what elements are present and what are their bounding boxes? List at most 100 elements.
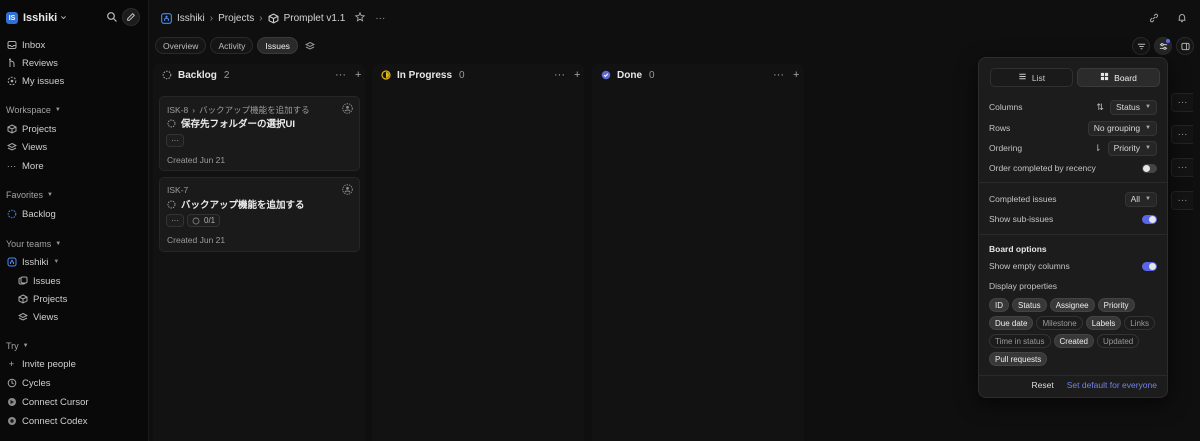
property-pill-due-date[interactable]: Due date	[989, 316, 1034, 330]
more-icon[interactable]: ···	[1171, 93, 1193, 112]
sidebar-item-connect-cursor[interactable]: Connect Cursor	[6, 393, 89, 411]
sidebar-item-inbox[interactable]: Inbox	[6, 36, 45, 54]
reset-button[interactable]: Reset	[1032, 380, 1054, 390]
property-pill-status[interactable]: Status	[1012, 298, 1047, 312]
issue-card-isk-7[interactable]: ISK-7 バックアップ機能を追加する ··· 0/1 Created Jun …	[159, 177, 360, 252]
tab-overview[interactable]: Overview	[155, 37, 207, 54]
sidebar-item-projects[interactable]: Projects	[6, 120, 56, 138]
set-default-button[interactable]: Set default for everyone	[1067, 380, 1157, 390]
sub-issues-chip[interactable]: 0/1	[187, 214, 221, 227]
backlog-status-icon[interactable]	[167, 200, 176, 209]
property-pill-milestone[interactable]: Milestone	[1036, 316, 1083, 330]
sidebar-item-team-isshiki[interactable]: Isshiki ▼	[6, 253, 59, 271]
display-options-button[interactable]	[1154, 37, 1172, 55]
sidebar-item-label: Reviews	[22, 57, 58, 69]
column-header-backlog: Backlog 2	[162, 67, 229, 83]
sort-arrows-icon[interactable]: ⇅	[1096, 102, 1104, 113]
reviews-icon	[6, 58, 17, 69]
filter-icon	[1137, 43, 1145, 49]
breadcrumb-team[interactable]: Isshiki	[177, 13, 205, 24]
property-pill-labels[interactable]: Labels	[1085, 316, 1122, 330]
more-icon[interactable]: ···	[335, 69, 346, 81]
breadcrumb-section[interactable]: Projects	[218, 13, 254, 24]
sidebar-item-more[interactable]: ··· More	[6, 157, 44, 175]
more-icon[interactable]: ···	[554, 69, 565, 81]
views-icon	[17, 312, 28, 323]
sidebar-item-my-issues[interactable]: My issues	[6, 72, 64, 90]
card-title-row: バックアップ機能を追加する	[167, 197, 305, 211]
compose-button[interactable]	[122, 8, 140, 26]
plus-icon[interactable]: +	[355, 69, 361, 81]
bell-icon[interactable]	[1172, 8, 1192, 28]
sub-issues-toggle[interactable]	[1142, 214, 1157, 224]
property-pill-pull-requests[interactable]: Pull requests	[989, 352, 1048, 366]
property-pill-links[interactable]: Links	[1124, 316, 1155, 330]
more-icon[interactable]: ···	[1171, 125, 1193, 144]
empty-columns-toggle[interactable]	[1142, 261, 1157, 271]
column-in-progress	[372, 64, 584, 441]
priority-chip[interactable]: ···	[166, 134, 184, 147]
property-pill-assignee[interactable]: Assignee	[1049, 298, 1095, 312]
assignee-avatar-icon[interactable]	[342, 103, 353, 114]
teams-section-header[interactable]: Your teams ▼	[6, 237, 61, 251]
property-pill-time-in-status[interactable]: Time in status	[989, 334, 1051, 348]
ordering-select[interactable]: Priority ▼	[1107, 140, 1157, 156]
issue-card-isk-8[interactable]: ISK-8 › バックアップ機能を追加する 保存先フォルダーの選択UI ··· …	[159, 96, 360, 171]
divider	[979, 234, 1167, 235]
sidebar-item-team-issues[interactable]: Issues	[17, 272, 60, 290]
sidebar-item-backlog[interactable]: Backlog	[6, 205, 56, 223]
rows-select[interactable]: No grouping ▼	[1087, 120, 1157, 136]
workspace-switcher[interactable]: IS Isshiki	[6, 9, 141, 27]
card-id-row: ISK-8 › バックアップ機能を追加する	[167, 104, 310, 116]
panel-toggle-button[interactable]	[1176, 37, 1194, 55]
completed-issues-select[interactable]: All ▼	[1124, 191, 1157, 207]
layout-list-button[interactable]: List	[990, 68, 1073, 87]
caret-down-icon: ▼	[22, 343, 29, 349]
issue-title: 保存先フォルダーの選択UI	[181, 119, 296, 130]
try-section-header[interactable]: Try ▼	[6, 339, 29, 353]
more-icon[interactable]: ···	[375, 13, 385, 24]
sidebar-item-label: Connect Cursor	[22, 396, 89, 408]
plus-icon[interactable]: +	[793, 69, 799, 81]
filter-button[interactable]	[1132, 37, 1150, 55]
sidebar-item-reviews[interactable]: Reviews	[6, 54, 58, 72]
columns-select[interactable]: Status ▼	[1109, 99, 1157, 115]
cursor-icon	[6, 397, 17, 408]
backlog-status-icon[interactable]	[167, 119, 176, 128]
sidebar-item-views[interactable]: Views	[6, 138, 47, 156]
column-title: Backlog	[178, 69, 217, 81]
more-icon[interactable]: ···	[1171, 158, 1193, 177]
sidebar-item-team-projects[interactable]: Projects	[17, 290, 67, 308]
progress-ring-icon	[192, 217, 200, 224]
tab-activity[interactable]: Activity	[210, 37, 254, 54]
sidebar-item-team-views[interactable]: Views	[17, 308, 58, 326]
property-pill-priority[interactable]: Priority	[1097, 298, 1135, 312]
layout-board-button[interactable]: Board	[1077, 68, 1160, 87]
search-icon[interactable]	[106, 11, 118, 23]
sort-descending-icon[interactable]: ⇂	[1094, 143, 1102, 154]
property-pill-id[interactable]: ID	[989, 298, 1009, 312]
assignee-avatar-icon[interactable]	[342, 184, 353, 195]
favorites-section-header[interactable]: Favorites ▼	[6, 188, 53, 202]
more-icon[interactable]: ···	[773, 69, 784, 81]
property-pill-created[interactable]: Created	[1053, 334, 1094, 348]
property-pill-updated[interactable]: Updated	[1096, 334, 1140, 348]
layers-icon[interactable]	[302, 37, 319, 54]
sidebar-item-invite-people[interactable]: + Invite people	[6, 355, 76, 373]
sidebar-item-connect-codex[interactable]: Connect Codex	[6, 412, 87, 430]
star-icon[interactable]	[354, 11, 366, 25]
order-recency-toggle[interactable]	[1142, 163, 1157, 173]
breadcrumb-project[interactable]: Promplet v1.1	[284, 13, 346, 24]
column-actions-backlog: ··· +	[326, 67, 361, 83]
sidebar-item-cycles[interactable]: Cycles	[6, 374, 51, 392]
link-icon[interactable]	[1144, 8, 1164, 28]
parent-issue[interactable]: バックアップ機能を追加する	[199, 104, 310, 116]
workspace-section-header[interactable]: Workspace ▼	[6, 103, 61, 117]
priority-chip[interactable]: ···	[166, 214, 184, 227]
plus-icon[interactable]: +	[574, 69, 580, 81]
more-icon[interactable]: ···	[1171, 191, 1193, 210]
layout-list-label: List	[1031, 72, 1046, 83]
layout-toggle: List Board	[990, 68, 1160, 87]
tab-issues[interactable]: Issues	[257, 37, 298, 54]
section-label: Try	[6, 341, 19, 351]
